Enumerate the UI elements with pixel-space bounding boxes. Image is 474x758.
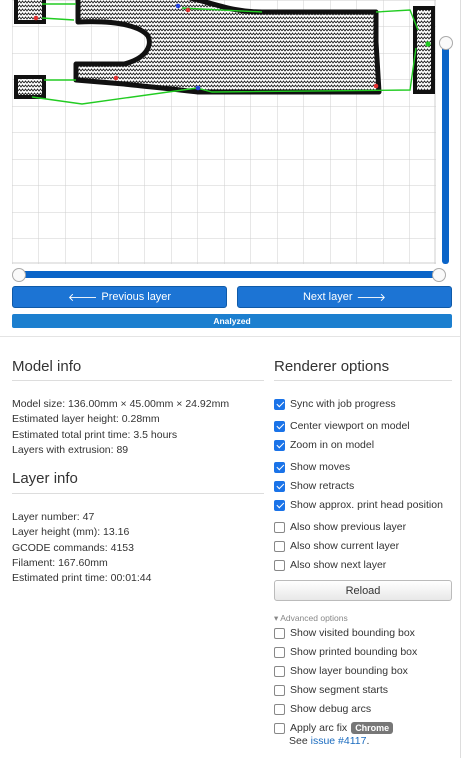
layer-print-time: Estimated print time: 00:01:44 (12, 572, 152, 585)
option-label: Apply arc fix (290, 722, 348, 734)
option-sync-with-job-progress[interactable]: Sync with job progress (274, 396, 396, 412)
previous-layer-button[interactable]: 🡐 Previous layer (12, 286, 227, 308)
layer-info-title: Layer info (12, 470, 78, 487)
option-label: Also show previous layer (290, 521, 407, 533)
part-small-bottom-left (14, 75, 46, 99)
gcode-viewport[interactable] (12, 0, 436, 264)
option-label: Show debug arcs (290, 703, 372, 715)
renderer-options-rule (274, 380, 452, 381)
option-label: Also show current layer (290, 540, 400, 552)
model-info-list: Model size: 136.00mm × 45.00mm × 24.92mm… (12, 397, 229, 458)
command-slider[interactable] (12, 268, 446, 282)
show-moves-checkbox[interactable] (274, 461, 285, 473)
layer-number: Layer number: 47 (12, 511, 95, 523)
command-slider-end-handle[interactable] (432, 268, 446, 282)
show-printed-bounding-box-checkbox[interactable] (274, 646, 285, 658)
option-show-segment-starts[interactable]: Show segment starts (274, 682, 388, 698)
option-label: Show moves (290, 461, 351, 473)
option-show-printed-bounding-box[interactable]: Show printed bounding box (274, 644, 417, 660)
option-label: Also show next layer (290, 559, 387, 571)
layer-height: Layer height (mm): 13.16 (12, 526, 130, 539)
model-info-title: Model info (12, 358, 82, 375)
center-viewport-on-model-checkbox[interactable] (274, 420, 285, 432)
issue-link[interactable]: issue #4117 (311, 735, 367, 747)
option-center-viewport-on-model[interactable]: Center viewport on model (274, 418, 410, 434)
filament: Filament: 167.60mm (12, 556, 108, 569)
also-show-next-layer-checkbox[interactable] (274, 559, 285, 571)
show-retracts-checkbox[interactable] (274, 480, 285, 492)
next-layer-button[interactable]: Next layer 🡒 (237, 286, 452, 308)
layer-info-list: Layer number: 47 Layer height (mm): 13.1… (12, 510, 152, 586)
part-right (413, 6, 435, 94)
option-apply-arc-fix[interactable]: Apply arc fix Chrome (274, 720, 394, 736)
divider (0, 336, 460, 337)
apply-arc-fix-checkbox[interactable] (274, 722, 285, 734)
layers-with-extrusion: Layers with extrusion: 89 (12, 443, 129, 456)
option-also-show-current-layer[interactable]: Also show current layer (274, 538, 399, 554)
option-show-moves[interactable]: Show moves (274, 459, 350, 475)
zoom-in-on-model-checkbox[interactable] (274, 439, 285, 451)
also-show-current-layer-checkbox[interactable] (274, 540, 285, 552)
gcode-commands: GCODE commands: 4153 (12, 541, 134, 554)
show-approx-print-head-position-checkbox[interactable] (274, 499, 285, 511)
option-show-layer-bounding-box[interactable]: Show layer bounding box (274, 663, 408, 679)
option-label: Show layer bounding box (290, 665, 408, 677)
model-size: Model size: 136.00mm × 45.00mm × 24.92mm (12, 398, 230, 410)
layer-slider[interactable] (439, 0, 453, 264)
option-show-retracts[interactable]: Show retracts (274, 478, 354, 494)
show-layer-bounding-box-checkbox[interactable] (274, 665, 285, 677)
option-zoom-in-on-model[interactable]: Zoom in on model (274, 437, 374, 453)
show-segment-starts-checkbox[interactable] (274, 684, 285, 696)
caret-down-icon: ▾ (274, 613, 279, 623)
layer-slider-handle[interactable] (439, 36, 453, 50)
sync-with-job-progress-checkbox[interactable] (274, 398, 285, 410)
option-label: Sync with job progress (290, 398, 396, 410)
gcode-render (12, 0, 436, 264)
command-slider-start-handle[interactable] (12, 268, 26, 282)
option-label: Show retracts (290, 480, 355, 492)
option-show-approx-print-head-position[interactable]: Show approx. print head position (274, 497, 443, 513)
arrow-left-icon: 🡐 (67, 292, 98, 304)
advanced-options-toggle[interactable]: ▾ Advanced options (274, 613, 348, 624)
show-visited-bounding-box-checkbox[interactable] (274, 627, 285, 639)
option-show-debug-arcs[interactable]: Show debug arcs (274, 701, 371, 717)
option-label: Show printed bounding box (290, 646, 418, 658)
layer-slider-track (442, 44, 449, 264)
estimated-layer-height: Estimated layer height: 0.28mm (12, 413, 160, 426)
renderer-options-title: Renderer options (274, 358, 390, 375)
command-slider-track (16, 271, 440, 278)
option-label: Zoom in on model (290, 439, 375, 451)
option-also-show-next-layer[interactable]: Also show next layer (274, 557, 386, 573)
chrome-badge: Chrome (351, 722, 394, 734)
also-show-previous-layer-checkbox[interactable] (274, 521, 285, 533)
option-label: Show segment starts (290, 684, 389, 696)
arrow-right-icon: 🡒 (356, 292, 387, 304)
panel-border (460, 0, 461, 758)
show-debug-arcs-checkbox[interactable] (274, 703, 285, 715)
model-info-rule (12, 380, 264, 381)
option-also-show-previous-layer[interactable]: Also show previous layer (274, 519, 406, 535)
part-small-top-left (14, 0, 46, 24)
option-label: Show approx. print head position (290, 499, 443, 511)
reload-button[interactable]: Reload (274, 580, 452, 601)
option-show-visited-bounding-box[interactable]: Show visited bounding box (274, 625, 415, 641)
option-label: Show visited bounding box (290, 627, 415, 639)
arc-fix-note: See issue #4117. (289, 735, 370, 747)
layer-info-rule (12, 493, 264, 494)
estimated-print-time: Estimated total print time: 3.5 hours (12, 428, 178, 441)
analyzed-progress-bar: Analyzed (12, 314, 452, 328)
option-label: Center viewport on model (290, 420, 410, 432)
